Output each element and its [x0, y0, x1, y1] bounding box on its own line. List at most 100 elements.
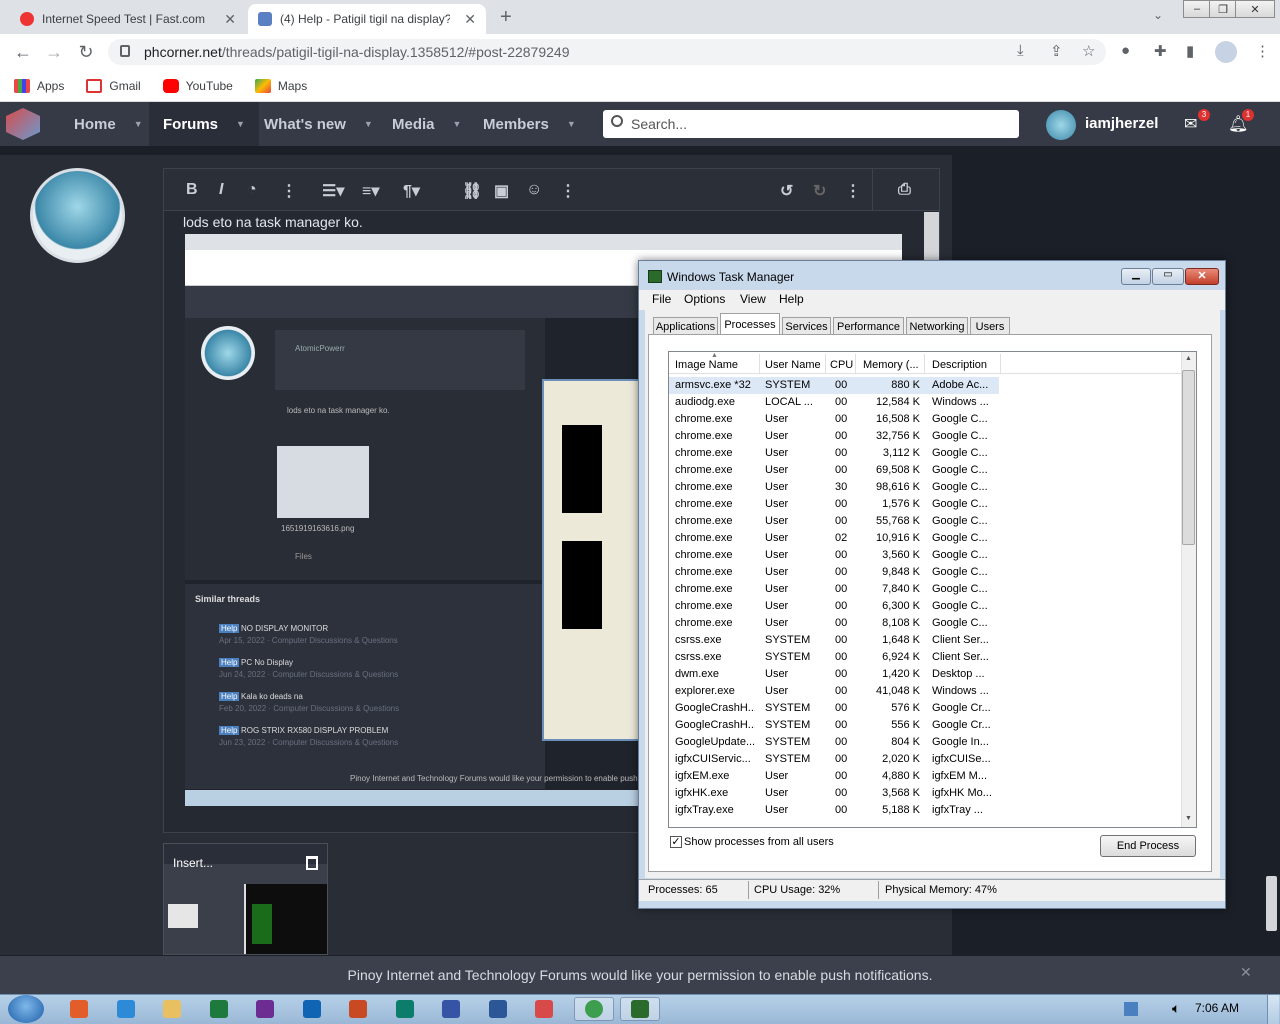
bookmark-apps[interactable]: Apps: [14, 78, 64, 93]
taskbar-paint-button[interactable]: [527, 997, 561, 1021]
image-icon[interactable]: ▣: [494, 181, 509, 201]
nav-forums[interactable]: Forums ▼: [149, 102, 259, 146]
tm-menu-file[interactable]: File: [652, 292, 671, 306]
side-panel-icon[interactable]: ▮: [1186, 42, 1194, 60]
table-row[interactable]: chrome.exe User 00 69,508 K Google C...: [669, 462, 999, 479]
table-row[interactable]: chrome.exe User 00 8,108 K Google C...: [669, 615, 999, 632]
new-tab-button[interactable]: +: [500, 6, 512, 29]
taskbar-word-button[interactable]: [481, 997, 515, 1021]
taskbar-onenote-button[interactable]: [248, 997, 282, 1021]
trash-icon[interactable]: [306, 856, 318, 870]
table-row[interactable]: chrome.exe User 00 55,768 K Google C...: [669, 513, 999, 530]
nav-home[interactable]: Home ▼: [60, 102, 157, 146]
forward-icon[interactable]: →: [43, 42, 65, 63]
tm-minimize-button[interactable]: ▁: [1121, 268, 1151, 285]
table-row[interactable]: chrome.exe User 00 3,112 K Google C...: [669, 445, 999, 462]
editor-text[interactable]: lods eto na task manager ko.: [183, 214, 363, 230]
table-row[interactable]: csrss.exe SYSTEM 00 6,924 K Client Ser...: [669, 649, 999, 666]
table-row[interactable]: audiodg.exe LOCAL ... 00 12,584 K Windows ..…: [669, 394, 999, 411]
reload-icon[interactable]: ↻: [75, 42, 97, 63]
bookmark-youtube[interactable]: YouTube: [162, 78, 233, 93]
chevron-down-icon[interactable]: ▼: [453, 119, 462, 129]
chevron-down-icon[interactable]: ▼: [364, 119, 373, 129]
table-row[interactable]: dwm.exe User 00 1,420 K Desktop ...: [669, 666, 999, 683]
emoji-icon[interactable]: ☺: [526, 181, 542, 199]
undo-icon[interactable]: ↺: [780, 181, 793, 201]
scroll-up-icon[interactable]: ▲: [1185, 355, 1192, 362]
table-row[interactable]: explorer.exe User 00 41,048 K Windows ...: [669, 683, 999, 700]
scroll-down-icon[interactable]: ▼: [1185, 815, 1192, 822]
table-row[interactable]: GoogleCrashH... SYSTEM 00 576 K Google Cr...: [669, 700, 999, 717]
tm-menu-options[interactable]: Options: [684, 292, 725, 306]
page-scroll-thumb[interactable]: [1266, 876, 1277, 931]
taskbar-explorer-button[interactable]: [155, 997, 189, 1021]
table-row[interactable]: chrome.exe User 00 9,848 K Google C...: [669, 564, 999, 581]
table-row[interactable]: GoogleCrashH... SYSTEM 00 556 K Google Cr...: [669, 717, 999, 734]
table-row[interactable]: chrome.exe User 00 6,300 K Google C...: [669, 598, 999, 615]
address-bar[interactable]: phcorner.net/threads/patigil-tigil-na-di…: [108, 39, 1106, 65]
profile-avatar-icon[interactable]: [1215, 41, 1237, 63]
taskbar-visio-button[interactable]: [434, 997, 468, 1021]
table-row[interactable]: chrome.exe User 00 1,576 K Google C...: [669, 496, 999, 513]
bookmark-gmail[interactable]: Gmail: [86, 78, 141, 93]
tm-close-button[interactable]: ✕: [1185, 268, 1219, 285]
taskbar-outlook-button[interactable]: [295, 997, 329, 1021]
notification-close-icon[interactable]: ✕: [1240, 964, 1252, 981]
chevron-down-icon[interactable]: ▼: [134, 119, 143, 129]
tm-tab-applications[interactable]: Applications: [653, 317, 718, 335]
taskbar-excel-button[interactable]: [202, 997, 236, 1021]
table-row[interactable]: csrss.exe SYSTEM 00 1,648 K Client Ser...: [669, 632, 999, 649]
tm-tab-services[interactable]: Services: [782, 317, 831, 335]
col-cpu[interactable]: CPU: [830, 359, 853, 371]
palette-icon[interactable]: ◔: [247, 181, 257, 199]
table-row[interactable]: igfxTray.exe User 00 5,188 K igfxTray ...: [669, 802, 999, 819]
username[interactable]: iamjherzel: [1085, 115, 1158, 132]
taskbar-media-player-button[interactable]: [62, 997, 96, 1021]
tm-menu-view[interactable]: View: [740, 292, 766, 306]
avatar[interactable]: [30, 168, 125, 263]
user-avatar[interactable]: [1046, 110, 1076, 140]
tm-tab-performance[interactable]: Performance: [833, 317, 904, 335]
bold-icon[interactable]: B: [186, 181, 198, 199]
paragraph-icon[interactable]: ¶▾: [403, 181, 420, 201]
table-row[interactable]: chrome.exe User 30 98,616 K Google C...: [669, 479, 999, 496]
taskbar-task-manager-button[interactable]: [620, 997, 660, 1021]
more-options-icon[interactable]: ⋮: [845, 181, 861, 201]
close-window-button[interactable]: ✕: [1235, 0, 1275, 18]
table-row[interactable]: chrome.exe User 00 32,756 K Google C...: [669, 428, 999, 445]
back-icon[interactable]: ←: [12, 42, 34, 63]
tray-network-icon[interactable]: [1124, 1002, 1138, 1016]
close-tab-icon[interactable]: ✕: [224, 11, 236, 28]
tab-search-icon[interactable]: ⌄: [1153, 8, 1163, 22]
col-description[interactable]: Description: [932, 359, 987, 371]
taskbar-chrome-button[interactable]: [573, 997, 614, 1021]
share-icon[interactable]: ⇪: [1050, 42, 1063, 60]
redo-icon[interactable]: ↻: [813, 181, 826, 201]
table-row[interactable]: chrome.exe User 00 3,560 K Google C...: [669, 547, 999, 564]
tm-maximize-button[interactable]: ▭: [1152, 268, 1184, 285]
preview-icon[interactable]: ⎙: [898, 181, 911, 199]
insert-attachment-label[interactable]: Insert...: [173, 856, 213, 870]
list-icon[interactable]: ☰▾: [322, 181, 344, 201]
more-insert-icon[interactable]: ⋮: [560, 181, 576, 201]
maximize-button[interactable]: ❐: [1209, 0, 1237, 18]
end-process-button[interactable]: End Process: [1100, 835, 1196, 857]
bookmark-star-icon[interactable]: ☆: [1082, 42, 1095, 60]
show-all-users-checkbox[interactable]: ✓: [670, 836, 682, 848]
taskbar-publisher-button[interactable]: [388, 997, 422, 1021]
taskbar-powerpoint-button[interactable]: [341, 997, 375, 1021]
col-image-name[interactable]: Image Name: [675, 359, 738, 371]
nav-media[interactable]: Media ▼: [378, 102, 475, 146]
extension-cookie-icon[interactable]: ●: [1121, 42, 1130, 59]
search-input[interactable]: Search...: [603, 110, 1019, 138]
tab-phcorner[interactable]: (4) Help - Patigil tigil na display? ✕: [248, 4, 486, 34]
bookmark-maps[interactable]: Maps: [254, 78, 307, 93]
more-text-icon[interactable]: ⋮: [281, 181, 297, 201]
table-row[interactable]: chrome.exe User 00 16,508 K Google C...: [669, 411, 999, 428]
show-desktop-button[interactable]: [1267, 995, 1279, 1024]
taskbar-ie-button[interactable]: [109, 997, 143, 1021]
table-row[interactable]: armsvc.exe *32 SYSTEM 00 880 K Adobe Ac...: [669, 377, 999, 394]
taskbar-clock[interactable]: 7:06 AM: [1195, 1001, 1239, 1015]
tm-tab-processes[interactable]: Processes: [720, 313, 780, 335]
process-list-scroll-thumb[interactable]: [1182, 370, 1195, 545]
